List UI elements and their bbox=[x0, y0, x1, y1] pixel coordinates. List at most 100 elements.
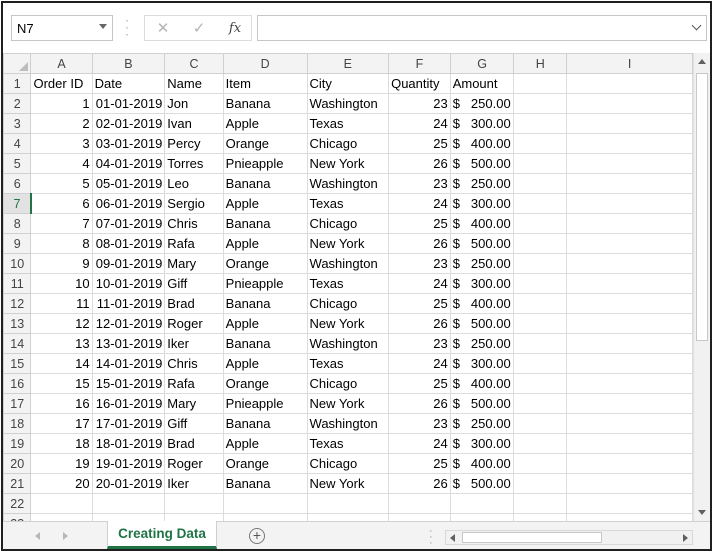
cell[interactable] bbox=[164, 493, 224, 514]
cell[interactable]: 19 bbox=[30, 453, 93, 474]
cell[interactable] bbox=[566, 473, 693, 494]
cell[interactable] bbox=[91, 493, 166, 514]
cell[interactable]: 20-01-2019 bbox=[91, 473, 166, 494]
cell[interactable]: New York bbox=[306, 473, 390, 494]
cell[interactable]: 23 bbox=[388, 413, 451, 434]
cell[interactable]: $500.00 bbox=[449, 233, 515, 254]
cell[interactable]: 23 bbox=[388, 253, 451, 274]
cell[interactable]: 25 bbox=[388, 293, 451, 314]
cell[interactable] bbox=[566, 93, 693, 114]
cell[interactable]: Pnieapple bbox=[222, 153, 308, 174]
cell[interactable]: 25 bbox=[388, 453, 451, 474]
cell[interactable]: Texas bbox=[306, 353, 390, 374]
cell[interactable] bbox=[566, 453, 693, 474]
cell[interactable]: 20 bbox=[30, 473, 93, 494]
cell[interactable]: 26 bbox=[388, 233, 451, 254]
cell[interactable] bbox=[566, 73, 693, 94]
cell[interactable]: Apple bbox=[222, 113, 308, 134]
cell[interactable]: Orange bbox=[222, 453, 308, 474]
header-cell[interactable]: City bbox=[306, 73, 390, 94]
cell[interactable] bbox=[566, 433, 693, 454]
cell[interactable] bbox=[222, 493, 308, 514]
row-header[interactable]: 3 bbox=[3, 113, 32, 134]
cell[interactable] bbox=[513, 93, 568, 114]
cell[interactable]: Mary bbox=[164, 253, 224, 274]
cell[interactable]: $300.00 bbox=[449, 353, 515, 374]
cell[interactable]: Apple bbox=[222, 433, 308, 454]
expand-formula-bar-icon[interactable] bbox=[691, 20, 702, 31]
cell[interactable]: Apple bbox=[222, 353, 308, 374]
cell[interactable] bbox=[566, 113, 693, 134]
cell[interactable]: 25 bbox=[388, 213, 451, 234]
insert-function-icon[interactable]: fx bbox=[225, 19, 245, 39]
cell[interactable]: Chicago bbox=[306, 133, 390, 154]
row-header[interactable]: 21 bbox=[3, 473, 32, 494]
cell[interactable]: New York bbox=[306, 313, 390, 334]
cell[interactable]: 8 bbox=[30, 233, 93, 254]
cell[interactable]: Iker bbox=[164, 333, 224, 354]
cell[interactable] bbox=[164, 513, 224, 521]
cell[interactable]: 3 bbox=[30, 133, 93, 154]
cell[interactable]: 02-01-2019 bbox=[91, 113, 166, 134]
row-header[interactable]: 9 bbox=[3, 233, 32, 254]
cell[interactable]: Brad bbox=[164, 293, 224, 314]
cell[interactable]: Mary bbox=[164, 393, 224, 414]
column-header-a[interactable]: A bbox=[30, 53, 93, 74]
cell[interactable]: Banana bbox=[222, 173, 308, 194]
cell[interactable] bbox=[566, 353, 693, 374]
cell[interactable]: $400.00 bbox=[449, 293, 515, 314]
cell[interactable] bbox=[566, 153, 693, 174]
horizontal-scroll-thumb[interactable] bbox=[462, 532, 602, 543]
cell[interactable]: $250.00 bbox=[449, 253, 515, 274]
cell[interactable]: Banana bbox=[222, 413, 308, 434]
cell[interactable]: Jon bbox=[164, 93, 224, 114]
cell[interactable]: 13-01-2019 bbox=[91, 333, 166, 354]
column-header-b[interactable]: B bbox=[91, 53, 166, 74]
cell[interactable]: 26 bbox=[388, 153, 451, 174]
row-header[interactable]: 13 bbox=[3, 313, 32, 334]
row-header[interactable]: 1 bbox=[3, 73, 32, 94]
cell[interactable]: 06-01-2019 bbox=[91, 193, 166, 214]
cell[interactable]: Rafa bbox=[164, 233, 224, 254]
cell[interactable]: Rafa bbox=[164, 373, 224, 394]
cell[interactable]: Washington bbox=[306, 173, 390, 194]
cell[interactable] bbox=[513, 193, 568, 214]
sheet-tab-creating-data[interactable]: Creating Data bbox=[107, 521, 217, 549]
cell[interactable]: 24 bbox=[388, 353, 451, 374]
cell[interactable] bbox=[566, 233, 693, 254]
cell[interactable]: 23 bbox=[388, 93, 451, 114]
cell[interactable]: $250.00 bbox=[449, 93, 515, 114]
cell[interactable]: Apple bbox=[222, 193, 308, 214]
cell[interactable] bbox=[513, 153, 568, 174]
row-header[interactable]: 12 bbox=[3, 293, 32, 314]
cell[interactable] bbox=[513, 413, 568, 434]
add-sheet-icon[interactable]: + bbox=[249, 528, 265, 544]
cell[interactable] bbox=[513, 113, 568, 134]
cell[interactable]: 03-01-2019 bbox=[91, 133, 166, 154]
cell[interactable]: 5 bbox=[30, 173, 93, 194]
row-header[interactable]: 10 bbox=[3, 253, 32, 274]
cell[interactable]: Chicago bbox=[306, 453, 390, 474]
cell[interactable]: 10 bbox=[30, 273, 93, 294]
header-cell[interactable]: Date bbox=[91, 73, 166, 94]
cell[interactable]: Chicago bbox=[306, 373, 390, 394]
row-header[interactable]: 23 bbox=[3, 513, 32, 521]
worksheet-grid[interactable]: A B C D E F G H I 1 Order ID Date Name Item C… bbox=[3, 53, 693, 521]
cell[interactable]: 15 bbox=[30, 373, 93, 394]
cell[interactable] bbox=[449, 493, 515, 514]
cell[interactable]: Leo bbox=[164, 173, 224, 194]
row-header[interactable]: 15 bbox=[3, 353, 32, 374]
cell[interactable] bbox=[306, 513, 390, 521]
cell[interactable]: 19-01-2019 bbox=[91, 453, 166, 474]
cell[interactable]: 26 bbox=[388, 473, 451, 494]
cell[interactable] bbox=[566, 493, 693, 514]
row-header[interactable]: 16 bbox=[3, 373, 32, 394]
cell[interactable]: $500.00 bbox=[449, 473, 515, 494]
column-header-e[interactable]: E bbox=[306, 53, 390, 74]
header-cell[interactable]: Order ID bbox=[30, 73, 93, 94]
cell[interactable] bbox=[566, 313, 693, 334]
cell[interactable] bbox=[513, 313, 568, 334]
cell[interactable]: Texas bbox=[306, 273, 390, 294]
cell[interactable]: $300.00 bbox=[449, 113, 515, 134]
cell[interactable]: 14-01-2019 bbox=[91, 353, 166, 374]
